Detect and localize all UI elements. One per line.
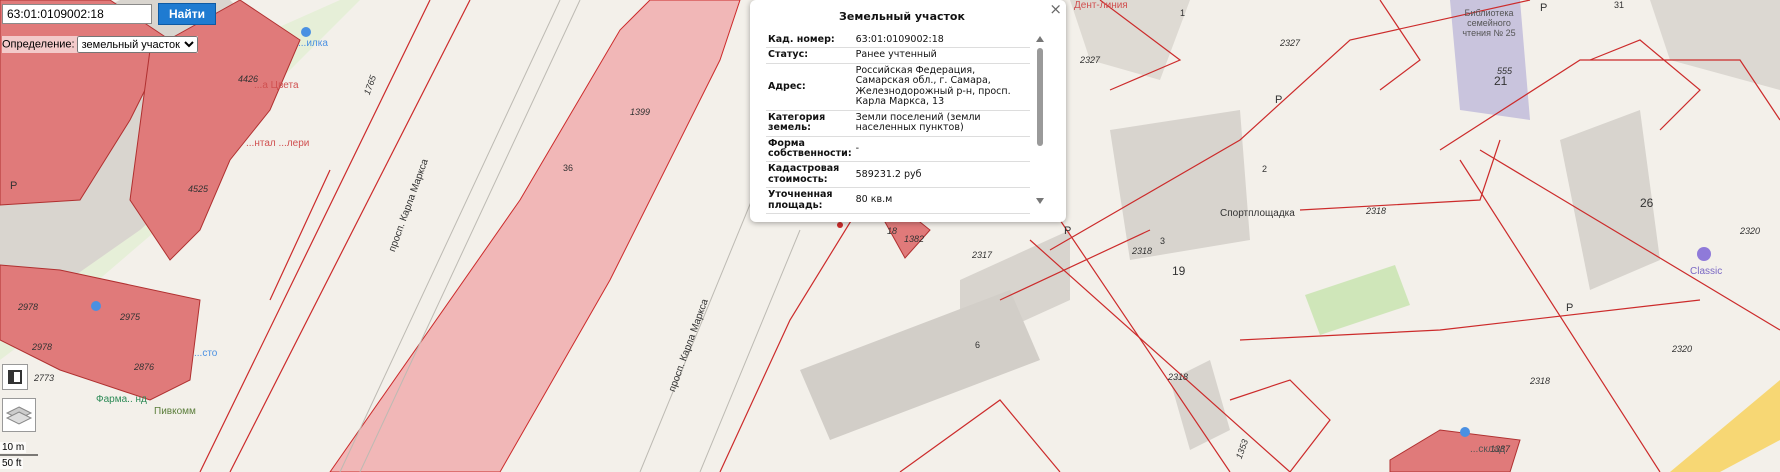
parcel-label: 2978 (18, 302, 39, 312)
building-number: 3 (1160, 236, 1166, 246)
poi-label: Спортплощадка (1220, 208, 1295, 219)
parcel-label: 2318 (1168, 372, 1189, 382)
building-number: 26 (1640, 196, 1654, 210)
table-row: Адрес: Российская Федерация, Самарская об… (766, 63, 1030, 111)
attr-key: Статус: (766, 47, 854, 64)
parcel-label: 2318 (1366, 206, 1387, 216)
parcel-label: 2320 (1740, 226, 1761, 236)
scroll-up-icon[interactable] (1036, 36, 1044, 42)
poi-label: Classic (1690, 266, 1723, 277)
attr-key: Кад. номер: (766, 33, 854, 49)
scroll-down-icon[interactable] (1036, 198, 1044, 204)
parking-label: P (1566, 302, 1574, 314)
building-number: 1 (1180, 8, 1186, 18)
parcel-label: 18 (887, 226, 898, 236)
table-row: Статус: Ранее учтенный (766, 47, 1030, 64)
table-row: Кад. номер: 63:01:0109002:18 (766, 33, 1030, 49)
scale-metric: 10 m (0, 442, 27, 453)
parcel-label: 2773 (34, 373, 55, 383)
parcel-label: 2978 (32, 342, 53, 352)
fullscreen-icon (8, 370, 22, 384)
poi-label: Библиотека семейного чтения № 25 (1462, 8, 1516, 38)
shop-poi-icon[interactable] (91, 301, 101, 311)
poi-label: ...нтал ...лери (246, 138, 310, 149)
poi-label: ...илка (298, 38, 328, 49)
attr-value: 80 кв.м (853, 187, 1030, 215)
parcel-label: 1399 (630, 107, 651, 117)
table-row: Категория земель: Земли поселений (земли … (766, 110, 1030, 137)
parcel-label: 2318 (1530, 376, 1551, 386)
popup-scrollbar[interactable] (1036, 36, 1044, 204)
scroll-thumb[interactable] (1037, 48, 1043, 146)
poi-label: ...сто (194, 348, 218, 359)
building-number: 31 (1614, 0, 1625, 10)
attr-key: Адрес: (766, 63, 854, 111)
poi-label: Фарма.. нд (96, 394, 147, 405)
attr-value: Российская Федерация, Самарская обл., г.… (853, 63, 1030, 111)
parcel-label: 2327 (1080, 55, 1101, 65)
definition-select[interactable]: земельный участок (76, 36, 198, 53)
poi-label: Дент-линия (1074, 0, 1128, 11)
layers-icon (5, 406, 33, 425)
parcel-label: 2318 (1132, 246, 1153, 256)
table-row: Кадастровая стоимость: 589231.2 руб (766, 161, 1030, 189)
attr-value: 63:01:0109002:18 (853, 33, 1030, 49)
store-poi-icon[interactable] (1460, 427, 1470, 437)
classic-poi-icon[interactable] (1697, 247, 1711, 261)
table-row: Уточненная площадь: 80 кв.м (766, 187, 1030, 215)
poi-label: ...а Цвета (254, 80, 299, 91)
definition-label: Определение: (2, 38, 75, 51)
parking-label: P (10, 180, 18, 192)
building-number: 36 (563, 163, 574, 173)
building-number: 2 (1262, 164, 1268, 174)
scale-imperial: 50 ft (0, 458, 24, 469)
parcel-label: 4525 (188, 184, 209, 194)
table-row: Разрешенное (766, 213, 1030, 215)
parcel-label: 1382 (904, 234, 925, 244)
attr-key: Кадастровая стоимость: (766, 161, 854, 189)
definition-row: Определение: земельный участок (2, 36, 198, 53)
find-button[interactable]: Найти (158, 3, 216, 25)
attr-key: Категория земель: (766, 110, 854, 137)
parcel-label: 2317 (972, 250, 993, 260)
poi-label: Пивкомм (154, 406, 196, 417)
attribute-table: Кад. номер: 63:01:0109002:18 Статус: Ранее… (766, 33, 1030, 215)
building-number: 6 (975, 340, 981, 350)
parcel-label: 2320 (1672, 344, 1693, 354)
parking-label: P (1540, 2, 1548, 14)
parking-label: P (1064, 225, 1072, 237)
attr-value: Земли поселений (земли населенных пункто… (853, 110, 1030, 137)
attr-key: Форма собственности: (766, 136, 854, 163)
attr-value: Ранее учтенный (853, 47, 1030, 64)
parcel-label: 2327 (1280, 38, 1301, 48)
attr-value: - (853, 136, 1030, 163)
selected-marker (837, 222, 843, 228)
attr-key: Разрешенное (766, 213, 854, 215)
close-icon[interactable]: × (1049, 0, 1062, 18)
mail-poi-icon[interactable] (301, 27, 311, 37)
parking-label: P (1275, 94, 1283, 106)
fullscreen-button[interactable] (2, 364, 28, 390)
parcel-info-popup: × Земельный участок Кад. номер: 63:01:010… (750, 0, 1066, 222)
popup-title: Земельный участок (839, 10, 965, 23)
parcel-label: 2876 (134, 362, 155, 372)
building-number: 19 (1172, 264, 1186, 278)
parcel-label: 2975 (120, 312, 141, 322)
building-19 (1110, 110, 1250, 260)
attr-value (853, 213, 1030, 215)
poi-label: ...склад (1470, 444, 1506, 455)
layers-button[interactable] (2, 398, 36, 432)
table-row: Форма собственности: - (766, 136, 1030, 163)
cadastral-search-input[interactable] (2, 4, 152, 24)
attr-value: 589231.2 руб (853, 161, 1030, 189)
building-number: 21 (1494, 74, 1508, 88)
attr-key: Уточненная площадь: (766, 187, 854, 215)
popup-content[interactable]: Кад. номер: 63:01:0109002:18 Статус: Ранее… (766, 33, 1038, 215)
